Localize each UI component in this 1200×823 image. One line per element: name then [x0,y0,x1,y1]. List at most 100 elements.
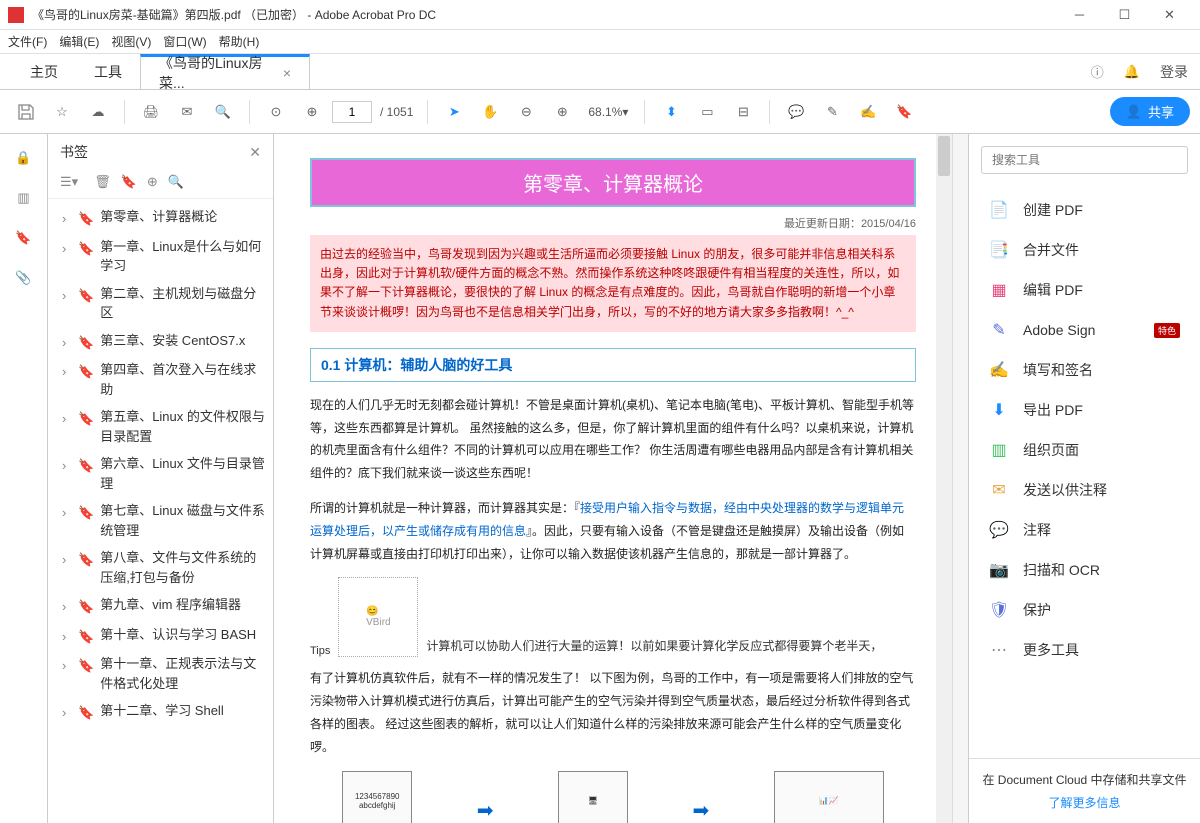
cloud-upload-icon[interactable]: ☁ [82,96,114,128]
tools-search-input[interactable] [981,146,1188,174]
tool-icon: 📄 [989,200,1009,220]
save-icon[interactable] [10,96,42,128]
bookmark-new-icon[interactable]: 🔖 [121,174,137,190]
close-button[interactable]: ✕ [1147,1,1192,29]
diagram-output-box: 📊📈 [774,771,884,823]
bookmark-label: 第三章、安装 CentOS7.x [100,331,265,351]
bookmark-glyph-icon: 🔖 [78,597,94,617]
sign-icon[interactable]: ✍ [852,96,884,128]
tool-item[interactable]: ▦编辑 PDF [969,270,1200,310]
stamp-icon[interactable]: 🔖 [888,96,920,128]
bookmark-item[interactable]: ›🔖第六章、Linux 文件与目录管理 [48,450,273,497]
bookmark-delete-icon[interactable]: 🗑 [94,174,111,190]
highlight-icon[interactable]: ✎ [816,96,848,128]
tool-item[interactable]: 📷 扫描和 OCR [969,550,1200,590]
star-icon[interactable]: ☆ [46,96,78,128]
zoom-out-icon[interactable]: ⊖ [510,96,542,128]
pointer-icon[interactable]: ➤ [438,96,470,128]
bookmark-item[interactable]: ›🔖第一章、Linux是什么与如何学习 [48,233,273,280]
print-icon[interactable]: 🖨 [135,96,167,128]
page-down-icon[interactable]: ⊕ [296,96,328,128]
bookmark-item[interactable]: ›🔖第九章、vim 程序编辑器 [48,591,273,621]
page-number-input[interactable] [332,101,372,123]
bookmark-label: 第四章、首次登入与在线求助 [100,360,265,399]
bookmark-item[interactable]: ›🔖第五章、Linux 的文件权限与目录配置 [48,403,273,450]
bookmarks-list: ›🔖第零章、计算器概论›🔖第一章、Linux是什么与如何学习›🔖第二章、主机规划… [48,199,273,823]
comment-icon[interactable]: 💬 [780,96,812,128]
login-button[interactable]: 登录 [1160,62,1188,82]
search-icon[interactable]: 🔍 [207,96,239,128]
help-icon[interactable]: ⓘ [1091,62,1104,81]
menu-edit[interactable]: 编辑(E) [59,33,99,50]
fit-width-icon[interactable]: ⬍ [655,96,687,128]
document-viewer: 第零章、计算器概论 最近更新日期：2015/04/16 由过去的经验当中，鸟哥发… [274,134,952,823]
menu-help[interactable]: 帮助(H) [219,33,260,50]
share-button[interactable]: 👤 共享 [1110,97,1190,126]
tool-item[interactable]: ▥组织页面 [969,430,1200,470]
tool-icon: 🛡 [989,600,1009,620]
share-person-icon: 👤 [1126,104,1142,120]
paragraph-3: 有了计算机仿真软件后，就有不一样的情况发生了！ 以下图为例，鸟哥的工作中，有一项… [310,667,916,758]
tab-tools[interactable]: 工具 [76,54,140,90]
tab-home[interactable]: 主页 [12,54,76,90]
bookmark-item[interactable]: ›🔖第四章、首次登入与在线求助 [48,356,273,403]
tool-item[interactable]: ✍填写和签名 [969,350,1200,390]
bookmark-item[interactable]: ›🔖第二章、主机规划与磁盘分区 [48,280,273,327]
fit-page-icon[interactable]: ▭ [691,96,723,128]
minimize-button[interactable]: ─ [1057,1,1102,29]
chapter-title: 第零章、计算器概论 [310,158,916,207]
tool-item[interactable]: ✉发送以供注释 [969,470,1200,510]
tool-item[interactable]: 📄创建 PDF [969,190,1200,230]
notifications-icon[interactable]: 🔔 [1124,64,1140,80]
viewer-right-scrollbar[interactable] [952,134,968,823]
pdf-page[interactable]: 第零章、计算器概论 最近更新日期：2015/04/16 由过去的经验当中，鸟哥发… [274,134,952,823]
bookmark-item[interactable]: ›🔖第七章、Linux 磁盘与文件系统管理 [48,497,273,544]
zoom-in-icon[interactable]: ⊕ [546,96,578,128]
tips-label: Tips [310,645,330,657]
bookmark-item[interactable]: ›🔖第十章、认识与学习 BASH [48,621,273,651]
bookmark-item[interactable]: ›🔖第三章、安装 CentOS7.x [48,327,273,357]
tool-icon: 📷 [989,560,1009,580]
viewer-scrollbar[interactable] [936,134,952,823]
tool-item[interactable]: ✎Adobe Sign特色 [969,310,1200,350]
tips-text: 计算机可以协助人们进行大量的运算！以前如果要计算化学反应式都得要算个老半天， [426,636,882,658]
menu-file[interactable]: 文件(F) [8,33,47,50]
zoom-level[interactable]: 68.1% ▾ [588,105,628,119]
bookmark-label: 第二章、主机规划与磁盘分区 [100,284,265,323]
bookmarks-close-icon[interactable]: ✕ [249,144,261,161]
read-mode-icon[interactable]: ⊟ [727,96,759,128]
bookmarks-options-icon[interactable]: ☰▾ [60,174,78,190]
chevron-right-icon: › [62,409,72,429]
chevron-right-icon: › [62,627,72,647]
bookmark-item[interactable]: ›🔖第零章、计算器概论 [48,203,273,233]
bookmark-item[interactable]: ›🔖第十二章、学习 Shell [48,697,273,727]
bookmark-search-icon[interactable]: 🔍 [168,174,184,190]
tool-item[interactable]: ⬇导出 PDF [969,390,1200,430]
chevron-right-icon: › [62,503,72,523]
tool-label: 扫描和 OCR [1023,560,1100,580]
tool-item[interactable]: 🛡保护 [969,590,1200,630]
arrow-icon: ➡ [477,798,494,823]
maximize-button[interactable]: ☐ [1102,1,1147,29]
hand-icon[interactable]: ✋ [474,96,506,128]
tool-label: 导出 PDF [1023,400,1083,420]
tool-item[interactable]: ⋯更多工具 [969,630,1200,670]
menu-view[interactable]: 视图(V) [111,33,151,50]
chevron-right-icon: › [62,239,72,259]
tab-close-icon[interactable]: × [283,65,291,81]
email-icon[interactable]: ✉ [171,96,203,128]
bookmark-item[interactable]: ›🔖第十一章、正规表示法与文件格式化处理 [48,650,273,697]
tool-item[interactable]: 📑合并文件 [969,230,1200,270]
bookmark-glyph-icon: 🔖 [78,550,94,570]
bookmark-add-icon[interactable]: ⊕ [147,174,158,190]
lock-icon[interactable]: 🔒 [15,150,31,166]
tool-item[interactable]: 💬注释 [969,510,1200,550]
bookmarks-icon[interactable]: 🔖 [15,230,31,246]
bookmark-item[interactable]: ›🔖第八章、文件与文件系统的压缩,打包与备份 [48,544,273,591]
attachments-icon[interactable]: 📎 [15,270,31,286]
prev-page-icon[interactable]: ⊙ [260,96,292,128]
tab-document[interactable]: 《鸟哥的Linux房菜... × [140,54,310,90]
pages-thumbnails-icon[interactable]: ▥ [17,190,29,206]
menu-window[interactable]: 窗口(W) [163,33,206,50]
learn-more-link[interactable]: 了解更多信息 [981,794,1188,811]
